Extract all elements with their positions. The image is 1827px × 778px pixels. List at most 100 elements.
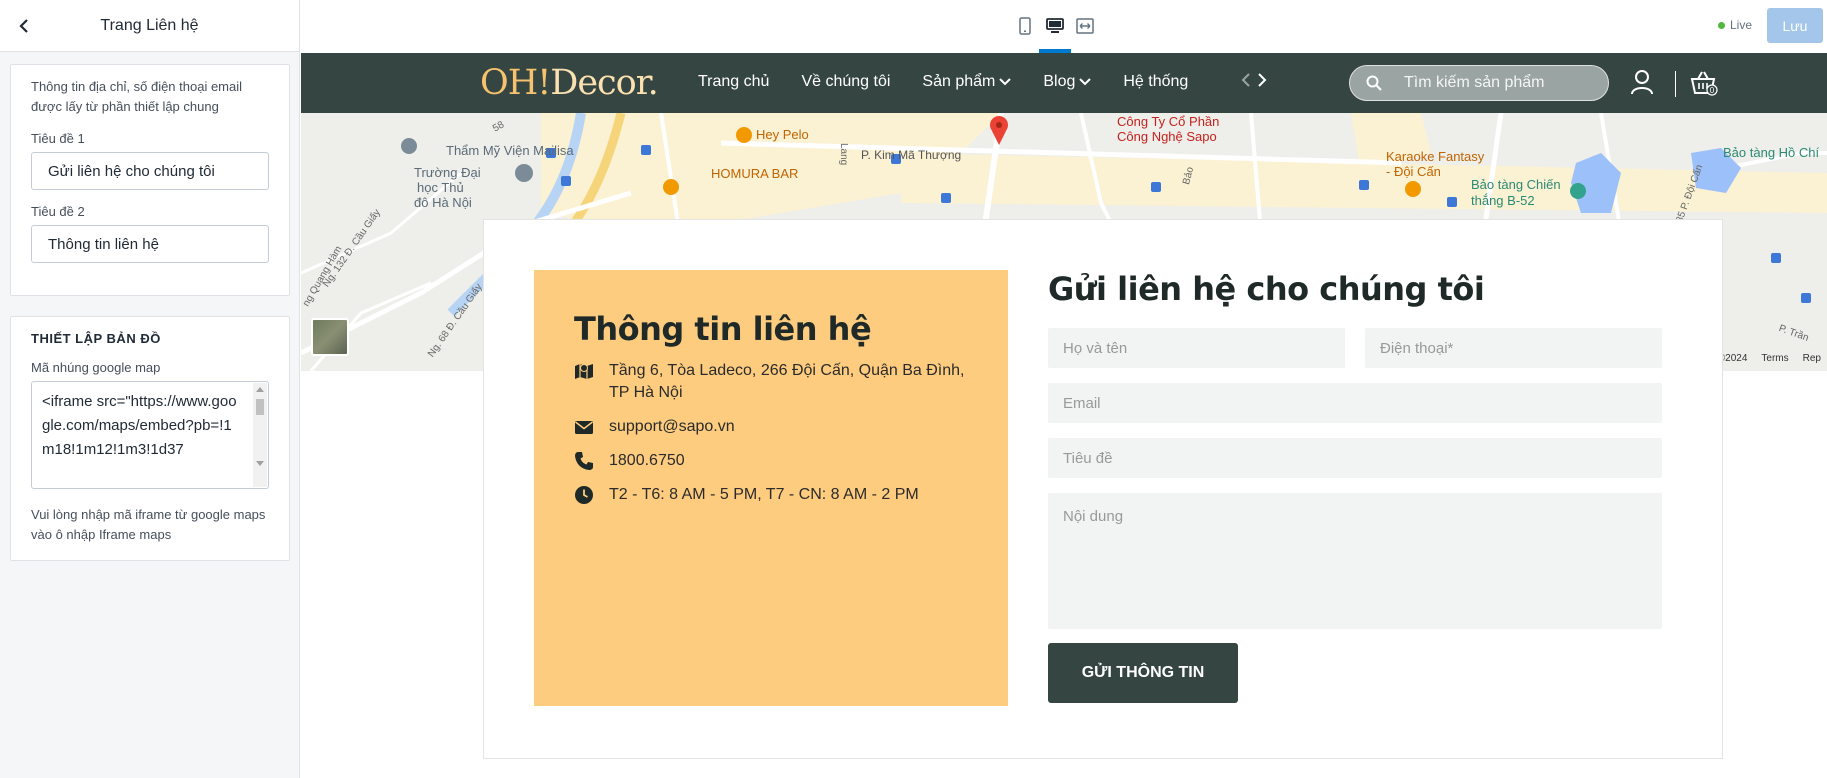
menu-scroll-arrows <box>1241 71 1267 94</box>
search-input[interactable] <box>1404 74 1594 92</box>
map-label: HOMURA BAR <box>711 166 799 181</box>
form-title: Gửi liên hệ cho chúng tôi <box>1048 270 1485 308</box>
cart-count: 0 <box>1710 86 1715 95</box>
menu-item-home[interactable]: Trang chủ <box>698 73 769 91</box>
map-label: Thẩm Mỹ Viện Mailisa <box>446 143 574 158</box>
chevron-down-icon <box>999 78 1012 86</box>
hours-row: T2 - T6: 8 AM - 5 PM, T7 - CN: 8 AM - 2 … <box>574 484 968 506</box>
map-label: Hey Pelo <box>756 127 809 142</box>
logo-suffix: Decor. <box>550 63 658 103</box>
desktop-icon <box>1046 18 1064 33</box>
user-icon <box>1631 70 1653 95</box>
address-row: Tầng 6, Tòa Ladeco, 266 Đội Cấn, Quận Ba… <box>574 360 968 404</box>
site-logo[interactable]: OH!Decor. <box>480 63 659 103</box>
map-help-text: Vui lòng nhập mã iframe từ google maps v… <box>31 507 266 542</box>
menu-label: Về chúng tôi <box>801 73 891 90</box>
email-text[interactable]: support@sapo.vn <box>609 416 735 438</box>
menu-item-about[interactable]: Về chúng tôi <box>801 73 890 91</box>
map-report-link[interactable]: Rep <box>1803 353 1821 364</box>
satellite-toggle[interactable] <box>311 318 349 356</box>
message-textarea[interactable] <box>1048 493 1662 629</box>
map-label: học Thủ <box>417 180 464 195</box>
menu-item-blog[interactable]: Blog <box>1043 73 1092 91</box>
mobile-view-button[interactable] <box>1011 12 1039 40</box>
textarea-scrollbar[interactable] <box>253 383 267 487</box>
map-icon <box>575 364 593 379</box>
panel-header: Trang Liên hệ <box>0 0 299 52</box>
title2-input[interactable] <box>31 225 269 263</box>
site-preview: OH!Decor. Trang chủ Về chúng tôi Sản phẩ… <box>301 53 1827 778</box>
email-input[interactable] <box>1048 383 1662 423</box>
map-label: Trường Đại <box>414 165 481 180</box>
menu-item-products[interactable]: Sản phẩm <box>922 73 1012 91</box>
map-label: Karaoke Fantasy <box>1386 149 1485 164</box>
subject-input[interactable] <box>1048 438 1662 478</box>
back-button[interactable] <box>12 14 36 38</box>
contact-info-box: Thông tin liên hệ Tầng 6, Tòa Ladeco, 26… <box>534 270 1008 706</box>
desktop-view-button[interactable] <box>1041 12 1069 40</box>
address-text: Tầng 6, Tòa Ladeco, 266 Đội Cấn, Quận Ba… <box>609 362 965 401</box>
map-label: P. Kim Mã Thượng <box>861 148 962 162</box>
map-label: Lang <box>838 143 849 166</box>
map-label: Công Nghệ Sapo <box>1117 129 1217 144</box>
map-settings-card: THIẾT LẬP BẢN ĐỒ Mã nhúng google map <if… <box>10 316 290 561</box>
scroll-up-arrow-icon[interactable] <box>256 387 264 392</box>
search-icon[interactable] <box>1366 75 1382 91</box>
email-row: support@sapo.vn <box>574 416 968 438</box>
map-label: thắng B-52 <box>1471 193 1535 208</box>
settings-note: Thông tin địa chỉ, số điện thoại email đ… <box>31 79 243 114</box>
contact-section: Thông tin liên hệ Tầng 6, Tòa Ladeco, 26… <box>483 219 1723 759</box>
map-section-title: THIẾT LẬP BẢN ĐỒ <box>31 331 161 346</box>
chevron-down-icon <box>1079 78 1092 86</box>
menu-label: Hệ thống <box>1123 73 1189 90</box>
account-button[interactable] <box>1631 69 1653 100</box>
title1-input[interactable] <box>31 152 269 190</box>
clock-icon <box>575 486 593 504</box>
menu-next-icon[interactable] <box>1257 71 1267 94</box>
scroll-thumb[interactable] <box>256 399 264 415</box>
live-dot <box>1718 21 1725 29</box>
map-label: Bảo tàng Hồ Chí <box>1723 145 1820 160</box>
map-label: - Đội Cấn <box>1386 164 1441 179</box>
panel-title: Trang Liên hệ <box>100 16 199 34</box>
map-label: Bảo tàng Chiến <box>1471 177 1561 192</box>
settings-panel: Trang Liên hệ Thông tin địa chỉ, số điện… <box>0 0 300 778</box>
logo-prefix: OH! <box>480 63 551 103</box>
contact-settings-card: Thông tin địa chỉ, số điện thoại email đ… <box>10 64 290 296</box>
mobile-icon <box>1019 17 1031 35</box>
map-label: đô Hà Nội <box>414 195 472 210</box>
phone-text[interactable]: 1800.6750 <box>609 450 685 472</box>
map-terms-link[interactable]: Terms <box>1761 353 1788 364</box>
site-navbar: OH!Decor. Trang chủ Về chúng tôi Sản phẩ… <box>301 53 1827 113</box>
form-row-name-phone <box>1048 328 1662 368</box>
map-footer: ta ©2024 Terms Rep <box>1707 353 1827 364</box>
menu-item-stores[interactable]: Hệ thống <box>1123 73 1188 91</box>
main-menu: Trang chủ Về chúng tôi Sản phẩm Blog Hệ … <box>698 73 1188 91</box>
menu-label: Blog <box>1043 73 1076 90</box>
search-box <box>1349 65 1609 101</box>
live-label: Live <box>1730 18 1753 32</box>
basket-icon: 0 <box>1690 71 1718 96</box>
map-label: Công Ty Cổ Phần <box>1117 114 1220 129</box>
name-input[interactable] <box>1048 328 1345 368</box>
save-button[interactable]: Lưu <box>1767 8 1823 43</box>
hours-text: T2 - T6: 8 AM - 5 PM, T7 - CN: 8 AM - 2 … <box>609 486 919 503</box>
cart-button[interactable]: 0 <box>1689 69 1719 102</box>
info-title: Thông tin liên hệ <box>574 310 872 348</box>
chevron-left-icon <box>19 19 28 33</box>
title2-label: Tiêu đề 2 <box>31 204 85 219</box>
live-status: Live <box>1718 18 1752 32</box>
menu-prev-icon[interactable] <box>1241 71 1251 94</box>
fullwidth-view-button[interactable] <box>1071 12 1099 40</box>
title1-label: Tiêu đề 1 <box>31 131 85 146</box>
map-embed-label: Mã nhúng google map <box>31 360 161 375</box>
expand-width-icon <box>1076 18 1094 34</box>
envelope-icon <box>575 421 593 434</box>
menu-label: Sản phẩm <box>922 73 996 90</box>
map-embed-textarea[interactable]: <iframe src="https://www.google.com/maps… <box>32 382 252 486</box>
submit-button[interactable]: GỬI THÔNG TIN <box>1048 643 1238 703</box>
phone-input[interactable] <box>1365 328 1662 368</box>
contact-form: Gửi liên hệ cho chúng tôi GỬI THÔNG TIN <box>1048 270 1662 703</box>
menu-label: Trang chủ <box>698 73 770 90</box>
scroll-down-arrow-icon[interactable] <box>256 461 264 466</box>
